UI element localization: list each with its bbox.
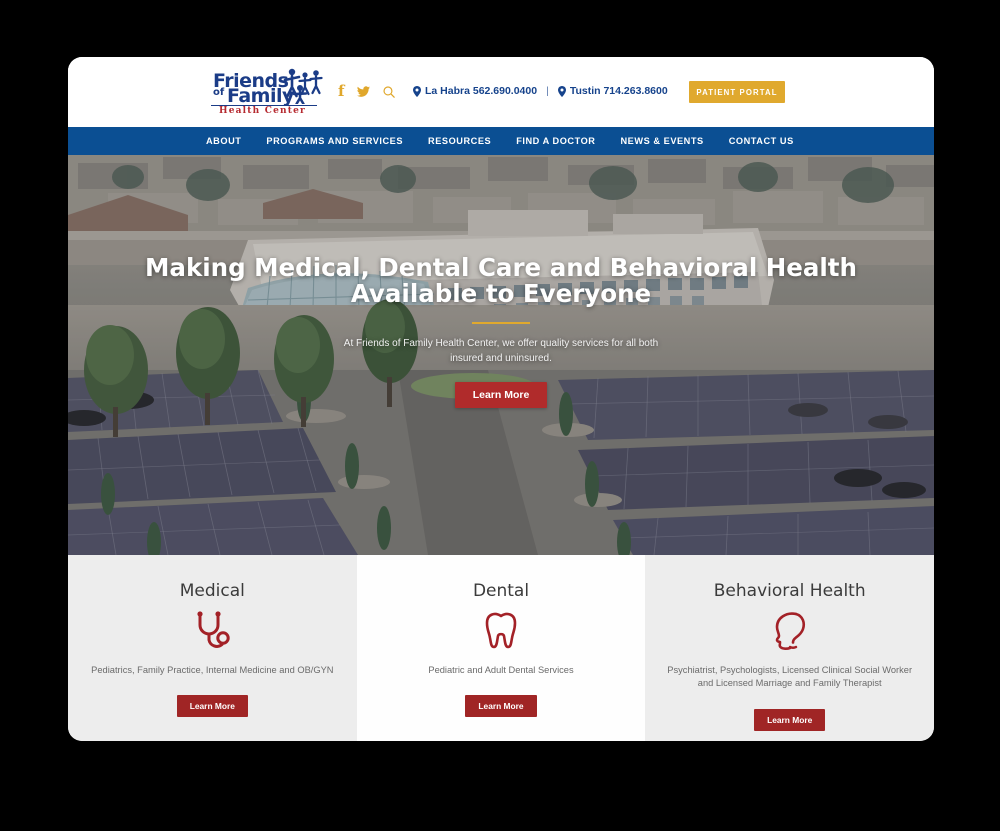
hero-content: Making Medical, Dental Care and Behavior… [68, 253, 934, 409]
facebook-icon[interactable]: f [338, 84, 344, 99]
service-card-behavioral-health[interactable]: Behavioral Health Psychiatrist, Psycholo… [645, 555, 934, 741]
service-card-medical[interactable]: Medical Pediatrics, Family Practice, Int… [68, 555, 357, 741]
hero-banner: Making Medical, Dental Care and Behavior… [68, 155, 934, 555]
service-card-dental-description: Pediatric and Adult Dental Services [428, 665, 574, 675]
service-card-dental-button[interactable]: Learn More [465, 695, 537, 718]
hero-headline: Making Medical, Dental Care and Behavior… [145, 253, 857, 309]
nav-item-news-and-events[interactable]: NEWS & EVENTS [621, 136, 704, 146]
nav-item-contact-us[interactable]: CONTACT US [729, 136, 794, 146]
nav-item-about[interactable]: ABOUT [206, 136, 241, 146]
hero-subtext: At Friends of Family Health Center, we o… [343, 338, 659, 365]
nav-item-programs-and-services[interactable]: PROGRAMS AND SERVICES [266, 136, 403, 146]
patient-portal-button[interactable]: PATIENT PORTAL [689, 81, 785, 103]
hero-learn-more-button[interactable]: Learn More [454, 382, 548, 409]
service-card-behavioral-health-title: Behavioral Health [713, 581, 866, 601]
hero-accent-divider [472, 321, 530, 325]
head-profile-icon [772, 610, 808, 654]
search-icon[interactable] [383, 85, 396, 98]
main-navigation: ABOUT PROGRAMS AND SERVICES RESOURCES FI… [68, 127, 934, 155]
webpage: Friends of Family Health Center f La Hab… [68, 57, 934, 741]
screenshot-viewport: Friends of Family Health Center f La Hab… [0, 0, 1000, 831]
service-card-behavioral-health-description: Psychiatrist, Psychologists, Licensed Cl… [667, 665, 913, 689]
social-links: f [338, 84, 396, 99]
tooth-icon [484, 610, 518, 654]
nav-item-resources[interactable]: RESOURCES [428, 136, 491, 146]
logo-text-health-center: Health Center [219, 106, 306, 116]
service-card-dental[interactable]: Dental Pediatric and Adult Dental Servic… [356, 555, 646, 741]
location-pin-icon [557, 85, 566, 97]
service-card-medical-button[interactable]: Learn More [176, 695, 248, 718]
site-header: Friends of Family Health Center f La Hab… [68, 57, 934, 127]
contact-tustin[interactable]: Tustin 714.263.8600 [557, 85, 668, 97]
service-cards: Medical Pediatrics, Family Practice, Int… [68, 555, 934, 741]
contact-phone-numbers: La Habra 562.690.0400 | Tustin 714.263.8… [413, 85, 668, 97]
family-figures-icon [283, 68, 323, 104]
site-logo[interactable]: Friends of Family Health Center [205, 68, 327, 116]
location-pin-icon [413, 85, 421, 97]
service-card-behavioral-health-button[interactable]: Learn More [754, 708, 826, 731]
contact-tustin-label: Tustin 714.263.8600 [569, 85, 668, 97]
nav-item-find-a-doctor[interactable]: FIND A DOCTOR [516, 136, 595, 146]
contact-la-habra[interactable]: La Habra 562.690.0400 [413, 85, 537, 97]
service-card-medical-title: Medical [179, 581, 245, 601]
contact-separator: | [546, 85, 549, 97]
service-card-medical-description: Pediatrics, Family Practice, Internal Me… [91, 665, 334, 675]
stethoscope-icon [192, 610, 232, 654]
contact-la-habra-label: La Habra 562.690.0400 [425, 85, 538, 97]
twitter-icon[interactable] [357, 86, 371, 97]
logo-text-of: of [213, 87, 225, 98]
service-card-dental-title: Dental [472, 581, 530, 601]
